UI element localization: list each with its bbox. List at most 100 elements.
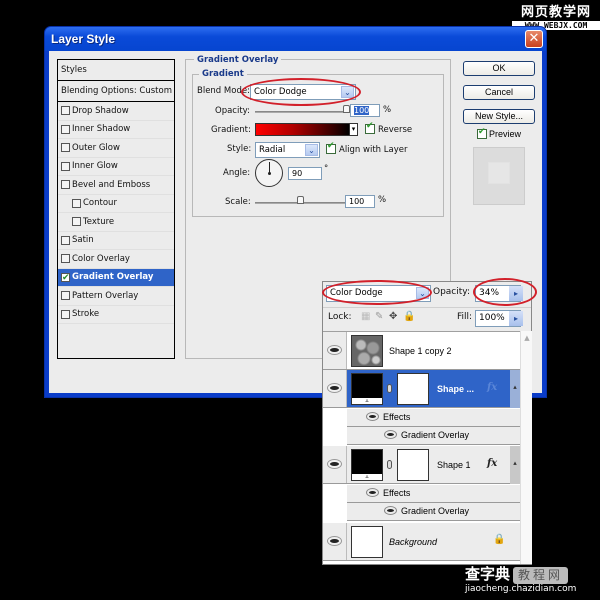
link-icon <box>387 460 392 469</box>
style-checkbox[interactable] <box>72 198 81 208</box>
style-item-satin[interactable]: Satin <box>58 232 174 250</box>
align-with-layer-checkbox[interactable] <box>326 141 336 154</box>
style-checkbox[interactable] <box>72 217 81 227</box>
angle-input[interactable]: 90 <box>288 167 322 180</box>
style-item-color-overlay[interactable]: Color Overlay <box>58 250 174 269</box>
fill-value: 100% <box>479 313 505 323</box>
lock-move-icon[interactable]: ✥ <box>389 311 397 322</box>
style-checkbox[interactable] <box>61 254 70 264</box>
lock-icon: 🔒 <box>493 534 506 545</box>
style-item-drop-shadow[interactable]: Drop Shadow <box>58 102 174 121</box>
preview-toggle[interactable]: Preview <box>477 126 521 139</box>
style-item-gradient-overlay[interactable]: Gradient Overlay <box>58 268 174 287</box>
style-checkbox[interactable] <box>61 161 70 171</box>
opacity-slider[interactable] <box>255 111 347 113</box>
effect-row[interactable]: Gradient Overlay <box>347 427 520 445</box>
watermark-bottom-en: jiaocheng.chazidian.com <box>465 584 577 594</box>
layer-row[interactable]: Background 🔒 <box>323 523 520 561</box>
layer-row-selected[interactable]: Shape ... fx ▴ <box>323 370 520 408</box>
effects-row[interactable]: Effects <box>347 409 520 427</box>
reverse-checkbox[interactable] <box>365 121 375 134</box>
style-checkbox[interactable] <box>61 180 70 190</box>
new-style-button[interactable]: New Style... <box>463 109 535 124</box>
lock-transparency-icon[interactable]: ▦ <box>361 311 370 322</box>
lock-all-icon[interactable]: 🔒 <box>403 311 415 322</box>
opacity-slider-thumb[interactable] <box>343 105 350 113</box>
expand-effects-arrow-icon[interactable]: ▴ <box>510 370 520 408</box>
scale-input[interactable]: 100 <box>345 195 375 208</box>
styles-header-label: Styles <box>61 65 87 75</box>
blending-options-item[interactable]: Blending Options: Custom <box>58 81 174 102</box>
visibility-toggle[interactable] <box>323 332 347 369</box>
style-checkbox[interactable] <box>61 269 70 287</box>
style-item-outer-glow[interactable]: Outer Glow <box>58 139 174 158</box>
watermark-top-cn: 网页教学网 <box>520 5 591 20</box>
cancel-button[interactable]: Cancel <box>463 85 535 100</box>
eye-icon <box>328 346 341 354</box>
style-value: Radial <box>259 145 286 155</box>
style-checkbox[interactable] <box>61 309 70 319</box>
visibility-toggle[interactable] <box>323 523 347 560</box>
layer-name: Shape 1 copy 2 <box>389 346 452 356</box>
fill-slider-arrow-icon[interactable]: ▸ <box>509 311 523 326</box>
layer-row[interactable]: Shape 1 copy 2 <box>323 332 520 370</box>
layer-thumbnail <box>351 449 383 481</box>
eye-icon <box>367 413 378 420</box>
fx-icon[interactable]: fx <box>487 382 497 393</box>
expand-effects-arrow-icon[interactable]: ▴ <box>510 446 520 484</box>
blend-mode-select[interactable]: Color Dodge ⌄ <box>250 84 356 100</box>
style-item-pattern-overlay[interactable]: Pattern Overlay <box>58 287 174 306</box>
opacity-input[interactable]: 100 <box>350 104 380 117</box>
align-with-layer-label: Align with Layer <box>339 145 408 155</box>
style-item-inner-glow[interactable]: Inner Glow <box>58 158 174 176</box>
ok-button[interactable]: OK <box>463 61 535 76</box>
style-item-contour[interactable]: Contour <box>58 195 174 213</box>
opacity-slider-arrow-icon[interactable]: ▸ <box>509 286 523 301</box>
style-item-texture[interactable]: Texture <box>58 213 174 232</box>
dialog-titlebar[interactable]: Layer Style ✕ <box>45 27 546 51</box>
opacity-value: 100 <box>354 106 370 115</box>
effects-row[interactable]: Effects <box>347 485 520 503</box>
effect-row[interactable]: Gradient Overlay <box>347 503 520 521</box>
style-select[interactable]: Radial ⌄ <box>255 142 320 158</box>
styles-header[interactable]: Styles <box>58 60 174 81</box>
layers-scrollbar[interactable]: ▲ <box>520 331 532 564</box>
lock-brush-icon[interactable]: ✎ <box>375 311 383 322</box>
layer-list: Shape 1 copy 2 Shape ... fx ▴ Effects Gr… <box>323 331 520 564</box>
layer-mask-thumbnail <box>397 449 429 481</box>
style-checkbox[interactable] <box>61 124 70 134</box>
close-button[interactable]: ✕ <box>525 30 543 48</box>
style-item-inner-shadow[interactable]: Inner Shadow <box>58 121 174 139</box>
preview-checkbox[interactable] <box>477 126 487 139</box>
fx-icon[interactable]: fx <box>487 458 497 469</box>
visibility-toggle[interactable] <box>323 446 347 483</box>
style-checkbox[interactable] <box>61 106 70 116</box>
blend-mode-label: Blend Mode: <box>197 86 250 96</box>
gradient-picker[interactable] <box>255 123 350 136</box>
visibility-toggle[interactable] <box>323 370 347 407</box>
style-item-label: Drop Shadow <box>72 105 129 116</box>
blending-options-label: Blending Options: Custom <box>61 86 172 96</box>
preview-thumbnail <box>473 147 525 205</box>
style-item-bevel-and-emboss[interactable]: Bevel and Emboss <box>58 176 174 195</box>
gradient-dropdown-arrow[interactable]: ▾ <box>349 123 358 136</box>
effects-label: Effects <box>383 488 411 498</box>
style-checkbox[interactable] <box>61 235 70 245</box>
layer-mask-thumbnail <box>397 373 429 405</box>
layer-blend-mode-value: Color Dodge <box>330 288 383 298</box>
scroll-up-icon[interactable]: ▲ <box>522 333 532 343</box>
gradient-group: Gradient Blend Mode: Color Dodge ⌄ Opaci… <box>192 69 444 217</box>
style-item-stroke[interactable]: Stroke <box>58 306 174 324</box>
layer-row[interactable]: Shape 1 fx ▴ <box>323 446 520 484</box>
layers-top-row: Color Dodge ⌄ Opacity: 34% ▸ <box>323 282 531 304</box>
angle-value: 90 <box>292 169 303 178</box>
scale-slider-thumb[interactable] <box>297 196 304 204</box>
style-item-label: Pattern Overlay <box>72 290 139 301</box>
style-checkbox[interactable] <box>61 143 70 153</box>
layer-blend-mode-select[interactable]: Color Dodge ⌄ <box>326 285 431 302</box>
style-item-label: Color Overlay <box>72 253 130 264</box>
lock-label: Lock: <box>328 312 352 322</box>
watermark-bottom-cn: 查字典 <box>465 565 511 583</box>
style-checkbox[interactable] <box>61 291 70 301</box>
angle-dial[interactable] <box>255 159 283 187</box>
